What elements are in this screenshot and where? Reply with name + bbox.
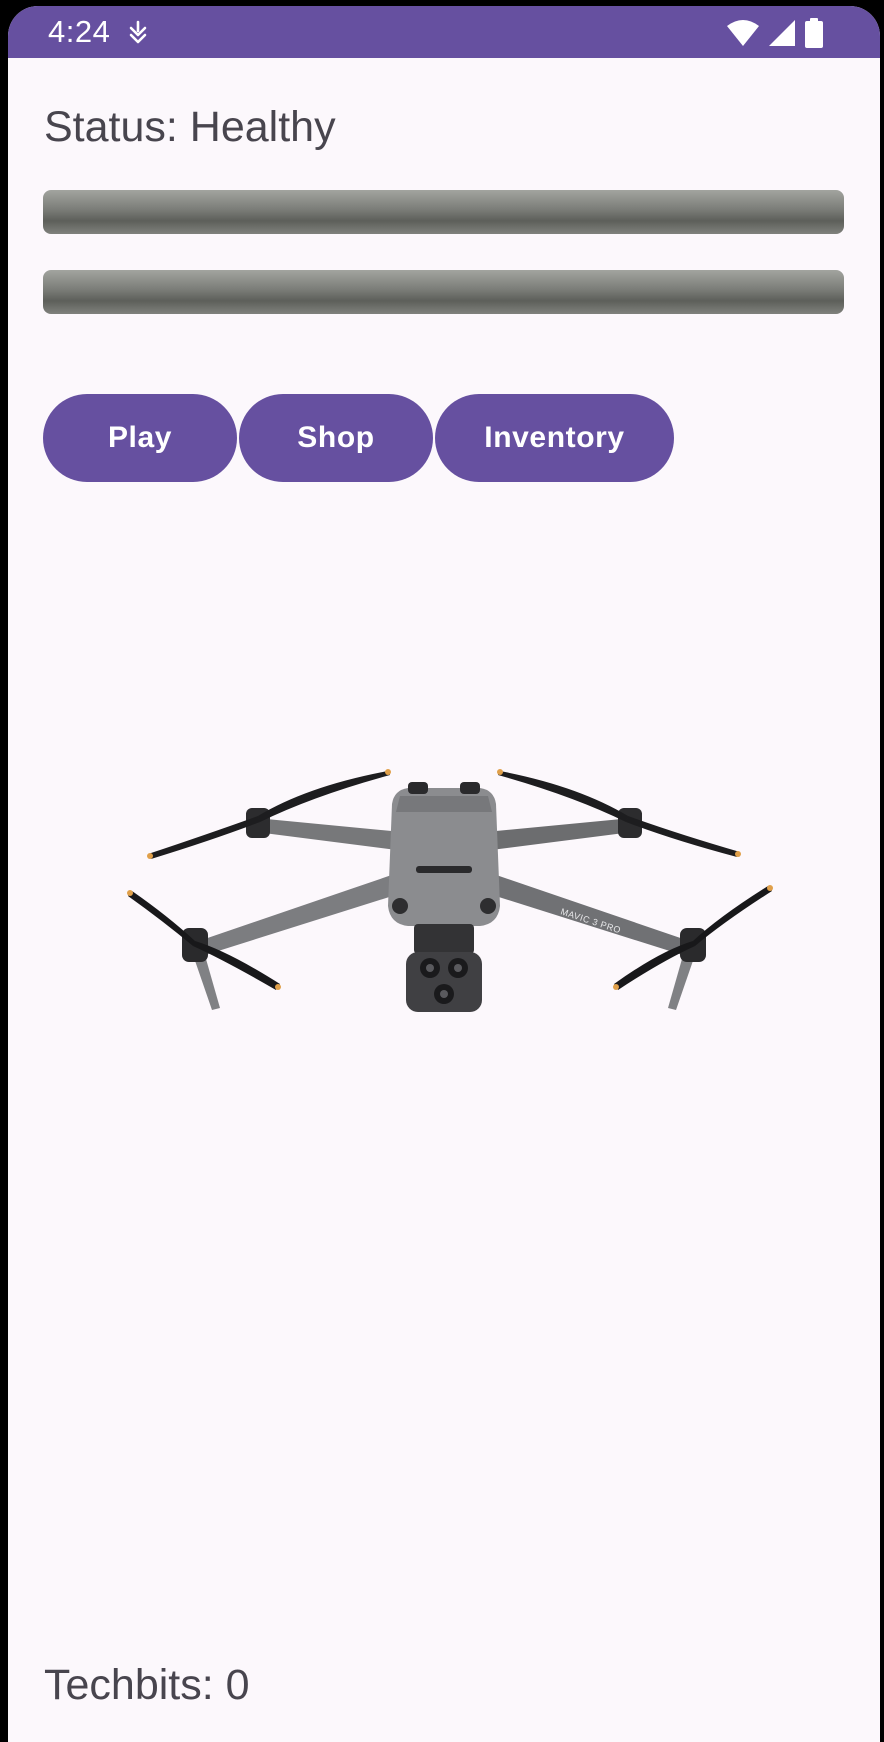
battery-icon [804,18,824,48]
inventory-button[interactable]: Inventory [435,394,674,482]
play-button[interactable]: Play [43,394,237,482]
energy-meter-bar [43,270,844,314]
techbits-counter: Techbits: 0 [44,1661,250,1709]
cell-signal-icon [768,19,796,47]
shop-button[interactable]: Shop [239,394,433,482]
status-icons [726,18,824,48]
system-status-bar: 4:24 [8,6,880,58]
health-meter-bar [43,190,844,234]
drone-image: MAVIC 3 PRO [108,756,780,1036]
wifi-icon [726,19,760,47]
app-screen: 4:24 Status: Healthy Play Shop Inventory… [8,6,880,1742]
download-status-icon [126,19,150,47]
status-time: 4:24 [48,14,111,49]
health-status-label: Status: Healthy [44,103,336,151]
